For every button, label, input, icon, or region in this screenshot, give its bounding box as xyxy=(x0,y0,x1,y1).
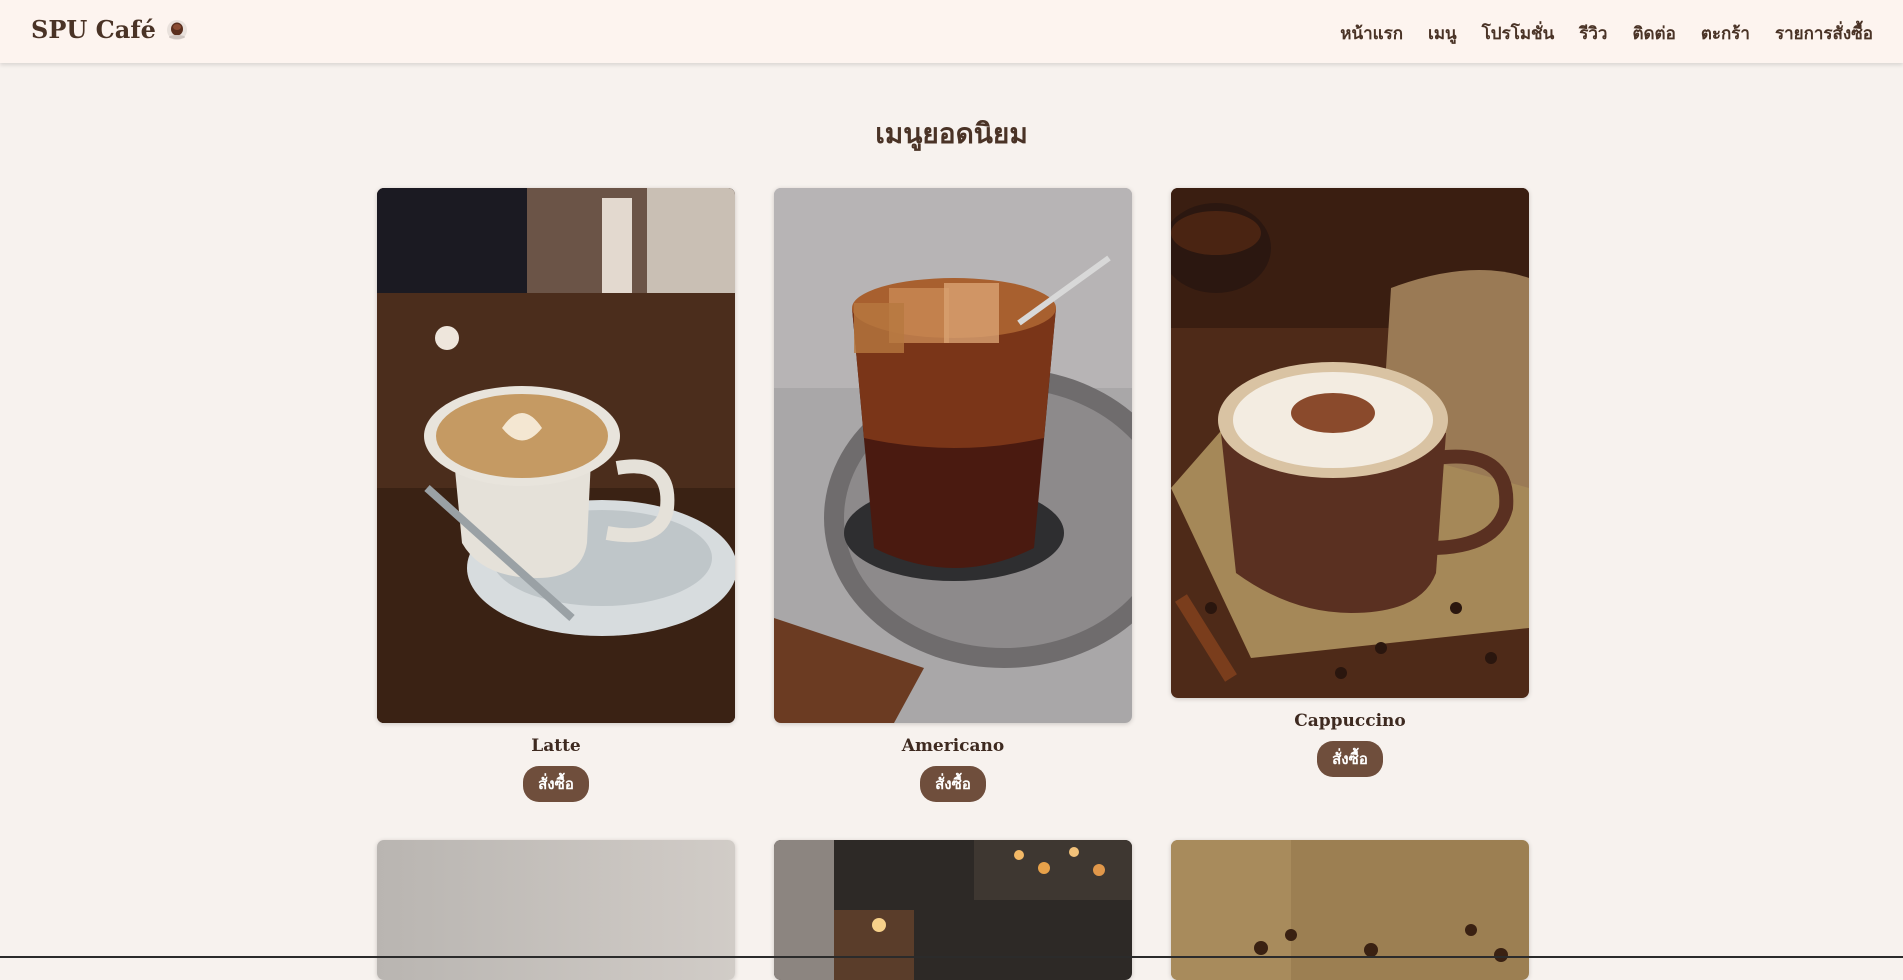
product-card-5 xyxy=(774,840,1132,980)
cappuccino-photo xyxy=(1171,188,1529,698)
nav-cart-link[interactable]: ตะกร้า xyxy=(1701,20,1750,47)
product-name: Americano xyxy=(901,736,1005,756)
product-photo-6 xyxy=(1171,840,1529,980)
product-card-cappuccino: Cappuccino สั่งซื้อ xyxy=(1171,188,1529,777)
iced-americano-photo xyxy=(774,188,1132,723)
latte-photo xyxy=(377,188,735,723)
nav-review-link[interactable]: รีวิว xyxy=(1579,20,1607,47)
nav-home-link[interactable]: หน้าแรก xyxy=(1340,20,1403,47)
product-card-6 xyxy=(1171,840,1529,980)
navbar: SPU Café หน้าแรก เมนู โปรโมชั่น รีวิว ติ… xyxy=(0,0,1903,63)
product-photo-5 xyxy=(774,840,1132,980)
nav-contact-link[interactable]: ติดต่อ xyxy=(1632,20,1675,47)
brand-name: SPU Café xyxy=(31,15,156,44)
coffee-cup-icon xyxy=(166,19,187,40)
order-button-latte[interactable]: สั่งซื้อ xyxy=(523,766,589,802)
nav-menu: หน้าแรก เมนู โปรโมชั่น รีวิว ติดต่อ ตะกร… xyxy=(1340,20,1873,47)
product-photo-4 xyxy=(377,840,735,980)
nav-menu-link[interactable]: เมนู xyxy=(1428,20,1457,47)
nav-promotion-link[interactable]: โปรโมชั่น xyxy=(1482,20,1555,47)
nav-orders-link[interactable]: รายการสั่งซื้อ xyxy=(1775,20,1873,47)
order-button-americano[interactable]: สั่งซื้อ xyxy=(920,766,986,802)
product-name: Cappuccino xyxy=(1294,711,1406,731)
product-card-latte: Latte สั่งซื้อ xyxy=(377,188,735,802)
order-button-cappuccino[interactable]: สั่งซื้อ xyxy=(1317,741,1383,777)
brand-logo[interactable]: SPU Café xyxy=(31,15,188,44)
product-card-americano: Americano สั่งซื้อ xyxy=(774,188,1132,802)
product-card-4 xyxy=(377,840,735,980)
product-name: Latte xyxy=(531,736,581,756)
section-title: เมนูยอดนิยม xyxy=(875,117,1028,150)
